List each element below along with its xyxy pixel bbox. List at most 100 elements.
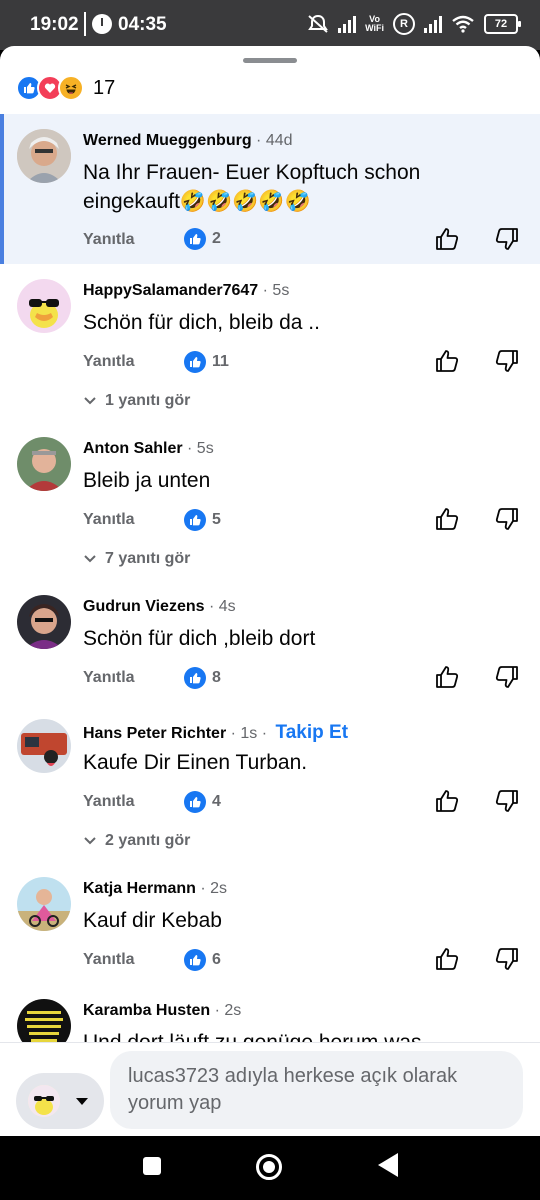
- author-name[interactable]: Hans Peter Richter: [83, 725, 226, 742]
- like-count: 4: [212, 793, 221, 810]
- comment-author[interactable]: HappySalamander7647 · 5s: [83, 282, 289, 300]
- like-count: 8: [212, 669, 221, 686]
- downvote-icon[interactable]: [494, 506, 520, 532]
- battery-icon: 72: [484, 14, 521, 34]
- author-name[interactable]: Katja Hermann: [83, 880, 196, 897]
- author-name[interactable]: Karamba Husten: [83, 1002, 210, 1019]
- comment-composer: lucas3723 adıyla herkese açık olarak yor…: [0, 1042, 540, 1137]
- status-timer: 04:35: [118, 14, 167, 35]
- comment: Karamba Husten · 2s Und dort läuft zu ge…: [0, 984, 540, 1044]
- follow-button[interactable]: Takip Et: [276, 722, 349, 743]
- downvote-icon[interactable]: [494, 226, 520, 252]
- avatar[interactable]: [17, 129, 71, 183]
- status-divider: [84, 12, 86, 36]
- comment: Hans Peter Richter · 1s · Takip Et Kaufe…: [0, 704, 540, 864]
- view-replies-button[interactable]: 2 yanıtı gör: [83, 832, 190, 850]
- sheet-drag-handle[interactable]: [243, 58, 297, 63]
- like-count: 2: [212, 230, 221, 247]
- home-button[interactable]: [256, 1154, 282, 1180]
- comment-author[interactable]: Gudrun Viezens · 4s: [83, 598, 236, 616]
- comment-text: Kaufe Dir Einen Turban.: [83, 751, 308, 774]
- reply-button[interactable]: Yanıtla: [83, 353, 135, 371]
- comment-likes: 8: [184, 667, 221, 689]
- comment-text: Na Ihr Frauen- Euer Kopftuch schon einge…: [83, 161, 421, 213]
- chevron-down-icon: [84, 555, 96, 563]
- upvote-icon[interactable]: [434, 506, 460, 532]
- comment: Katja Hermann · 2s Kauf dir Kebab Yanıtl…: [0, 862, 540, 986]
- comment-likes: 11: [184, 351, 229, 373]
- like-icon: [184, 667, 206, 689]
- comment-likes: 2: [184, 228, 221, 250]
- author-name[interactable]: Werned Mueggenburg: [83, 132, 252, 149]
- like-count: 6: [212, 951, 221, 968]
- downvote-icon[interactable]: [494, 348, 520, 374]
- reaction-count: 17: [93, 76, 116, 99]
- comment-author[interactable]: Werned Mueggenburg · 44d: [83, 132, 293, 150]
- system-nav-bar: [0, 1136, 540, 1200]
- like-count: 5: [212, 511, 221, 528]
- view-replies-button[interactable]: 7 yanıtı gör: [83, 550, 190, 568]
- chevron-down-icon: [84, 837, 96, 845]
- battery-level: 72: [494, 18, 508, 30]
- reply-button[interactable]: Yanıtla: [83, 793, 135, 811]
- reply-button[interactable]: Yanıtla: [83, 951, 135, 969]
- haha-icon: [58, 75, 84, 101]
- like-icon: [184, 351, 206, 373]
- comment-time: · 1s ·: [230, 725, 268, 742]
- comment-input[interactable]: lucas3723 adıyla herkese açık olarak yor…: [110, 1051, 523, 1129]
- view-replies-button[interactable]: 1 yanıtı gör: [83, 392, 190, 410]
- reply-button[interactable]: Yanıtla: [83, 511, 135, 529]
- like-count: 11: [212, 353, 229, 370]
- comment-author[interactable]: Karamba Husten · 2s: [83, 1002, 241, 1020]
- status-icons: Vo WiFi R 72: [307, 13, 521, 35]
- comment-time: · 2s: [200, 880, 228, 897]
- downvote-icon[interactable]: [494, 664, 520, 690]
- upvote-icon[interactable]: [434, 664, 460, 690]
- back-button[interactable]: [378, 1153, 398, 1177]
- comment-likes: 4: [184, 791, 221, 813]
- reply-button[interactable]: Yanıtla: [83, 669, 135, 687]
- avatar[interactable]: [17, 719, 71, 773]
- comment-time: · 5s: [262, 282, 290, 299]
- author-name[interactable]: Gudrun Viezens: [83, 598, 205, 615]
- reactions-summary[interactable]: 17: [16, 75, 115, 101]
- author-name[interactable]: HappySalamander7647: [83, 282, 258, 299]
- profile-switcher[interactable]: [16, 1073, 104, 1129]
- avatar[interactable]: [17, 279, 71, 333]
- author-name[interactable]: Anton Sahler: [83, 440, 183, 457]
- signal-icon-2: [424, 15, 442, 33]
- comment: HappySalamander7647 · 5s Schön für dich,…: [0, 264, 540, 424]
- comment-time: · 5s: [187, 440, 214, 457]
- avatar[interactable]: [17, 999, 71, 1044]
- avatar[interactable]: [17, 437, 71, 491]
- comment-likes: 5: [184, 509, 221, 531]
- upvote-icon[interactable]: [434, 226, 460, 252]
- comment-text: Bleib ja unten: [83, 469, 211, 492]
- comment: Gudrun Viezens · 4s Schön für dich ,blei…: [0, 580, 540, 704]
- upvote-icon[interactable]: [434, 946, 460, 972]
- roaming-icon: R: [393, 13, 415, 35]
- avatar: [28, 1085, 60, 1117]
- mute-icon: [308, 14, 328, 33]
- comment-author[interactable]: Hans Peter Richter · 1s · Takip Et: [83, 722, 348, 744]
- like-icon: [184, 509, 206, 531]
- comment-likes: 6: [184, 949, 221, 971]
- comment-text: Kauf dir Kebab: [83, 909, 222, 932]
- downvote-icon[interactable]: [494, 946, 520, 972]
- avatar[interactable]: [17, 877, 71, 931]
- avatar[interactable]: [17, 595, 71, 649]
- view-replies-label[interactable]: 7 yanıtı gör: [105, 550, 190, 568]
- like-icon: [184, 228, 206, 250]
- upvote-icon[interactable]: [434, 348, 460, 374]
- wifi-icon: [452, 15, 474, 33]
- comment-time: · 2s: [214, 1002, 242, 1019]
- view-replies-label[interactable]: 2 yanıtı gör: [105, 832, 190, 850]
- upvote-icon[interactable]: [434, 788, 460, 814]
- comment-author[interactable]: Katja Hermann · 2s: [83, 880, 227, 898]
- view-replies-label[interactable]: 1 yanıtı gör: [105, 392, 190, 410]
- timer-icon: [92, 14, 112, 34]
- comment-author[interactable]: Anton Sahler · 5s: [83, 440, 214, 458]
- recents-button[interactable]: [143, 1157, 161, 1175]
- downvote-icon[interactable]: [494, 788, 520, 814]
- reply-button[interactable]: Yanıtla: [83, 231, 135, 249]
